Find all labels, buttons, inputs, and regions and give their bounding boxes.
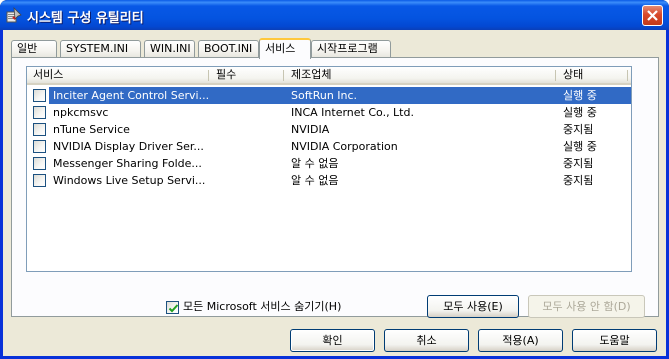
- service-checkbox[interactable]: [33, 89, 46, 102]
- service-row[interactable]: Messenger Sharing Folde... 알 수 없음 중지됨: [27, 155, 631, 172]
- service-checkbox[interactable]: [33, 140, 46, 153]
- column-separator[interactable]: [283, 70, 284, 81]
- title-bar[interactable]: 시스템 구성 유틸리티: [0, 0, 669, 30]
- service-checkbox[interactable]: [33, 106, 46, 119]
- disable-all-button[interactable]: 모두 사용 안 함(D): [528, 295, 645, 318]
- tab-win-ini[interactable]: WIN.INI: [144, 40, 195, 58]
- dialog-client-area: 일반 SYSTEM.INI WIN.INI BOOT.INI 서비스 시작프로그…: [3, 30, 666, 356]
- service-vendor: SoftRun Inc.: [291, 89, 358, 102]
- service-row[interactable]: npkcmsvc INCA Internet Co., Ltd. 실행 중: [27, 104, 631, 121]
- service-checkbox[interactable]: [33, 174, 46, 187]
- column-header-service[interactable]: 서비스: [27, 67, 207, 83]
- checkbox-box[interactable]: [166, 301, 179, 314]
- service-name: Inciter Agent Control Servi...: [53, 89, 210, 102]
- service-vendor: NVIDIA Corporation: [291, 140, 398, 153]
- tab-label: BOOT.INI: [204, 42, 253, 55]
- service-row[interactable]: NVIDIA Display Driver Ser... NVIDIA Corp…: [27, 138, 631, 155]
- service-status: 실행 중: [563, 89, 597, 102]
- cancel-button[interactable]: 취소: [384, 329, 469, 352]
- tab-services[interactable]: 서비스: [259, 38, 311, 59]
- service-status: 중지됨: [563, 157, 594, 170]
- service-vendor: NVIDIA: [291, 123, 330, 136]
- service-required: [210, 104, 280, 121]
- service-required: [210, 121, 280, 138]
- column-header-required[interactable]: 필수: [210, 67, 290, 83]
- tab-label: 일반: [17, 42, 38, 55]
- enable-all-button[interactable]: 모두 사용(E): [427, 295, 519, 318]
- service-row[interactable]: Windows Live Setup Servi... 알 수 없음 중지됨: [27, 172, 631, 189]
- tab-label: SYSTEM.INI: [66, 42, 129, 55]
- services-list[interactable]: 서비스 필수 제조업체 상태 Inciter Agent Control Ser…: [26, 66, 632, 272]
- column-header-status[interactable]: 상태: [557, 67, 627, 83]
- service-status: 실행 중: [563, 106, 597, 119]
- tab-label: 시작프로그램: [317, 42, 378, 55]
- tab-general[interactable]: 일반: [11, 40, 57, 58]
- tab-boot-ini[interactable]: BOOT.INI: [198, 40, 259, 58]
- service-vendor: INCA Internet Co., Ltd.: [291, 106, 414, 119]
- service-name: nTune Service: [53, 123, 130, 136]
- service-required: [210, 138, 280, 155]
- tab-label: WIN.INI: [150, 42, 191, 55]
- service-vendor: 알 수 없음: [291, 157, 339, 170]
- list-header: 서비스 필수 제조업체 상태: [27, 67, 631, 85]
- services-tab-panel: 서비스 필수 제조업체 상태 Inciter Agent Control Ser…: [11, 57, 659, 317]
- service-checkbox[interactable]: [33, 157, 46, 170]
- service-required: [210, 172, 280, 189]
- msconfig-app-icon: [6, 6, 22, 23]
- msconfig-window: 시스템 구성 유틸리티 일반 SYSTEM.INI WIN.INI BOOT.I…: [0, 0, 669, 359]
- tab-system-ini[interactable]: SYSTEM.INI: [60, 40, 141, 58]
- service-required: [210, 155, 280, 172]
- column-separator[interactable]: [627, 70, 628, 81]
- window-title: 시스템 구성 유틸리티: [27, 11, 144, 26]
- ok-button[interactable]: 확인: [290, 329, 375, 352]
- column-separator[interactable]: [555, 70, 556, 81]
- help-button[interactable]: 도움말: [572, 329, 657, 352]
- apply-button[interactable]: 적용(A): [478, 329, 563, 352]
- column-separator[interactable]: [208, 70, 209, 81]
- service-name: Messenger Sharing Folde...: [53, 157, 202, 170]
- service-status: 실행 중: [563, 140, 597, 153]
- service-status: 중지됨: [563, 174, 594, 187]
- service-required: [210, 87, 280, 104]
- service-status: 중지됨: [563, 123, 594, 136]
- service-name: NVIDIA Display Driver Ser...: [53, 140, 204, 153]
- tab-startup[interactable]: 시작프로그램: [311, 40, 391, 58]
- service-name: Windows Live Setup Servi...: [53, 174, 206, 187]
- hide-microsoft-label: 모든 Microsoft 서비스 숨기기(H): [183, 300, 342, 313]
- service-vendor: 알 수 없음: [291, 174, 339, 187]
- close-button[interactable]: [642, 5, 663, 26]
- service-row[interactable]: nTune Service NVIDIA 중지됨: [27, 121, 631, 138]
- service-checkbox[interactable]: [33, 123, 46, 136]
- service-name: npkcmsvc: [53, 106, 109, 119]
- column-header-vendor[interactable]: 제조업체: [285, 67, 555, 83]
- service-row[interactable]: Inciter Agent Control Servi... SoftRun I…: [27, 87, 631, 104]
- tab-label: 서비스: [265, 42, 296, 55]
